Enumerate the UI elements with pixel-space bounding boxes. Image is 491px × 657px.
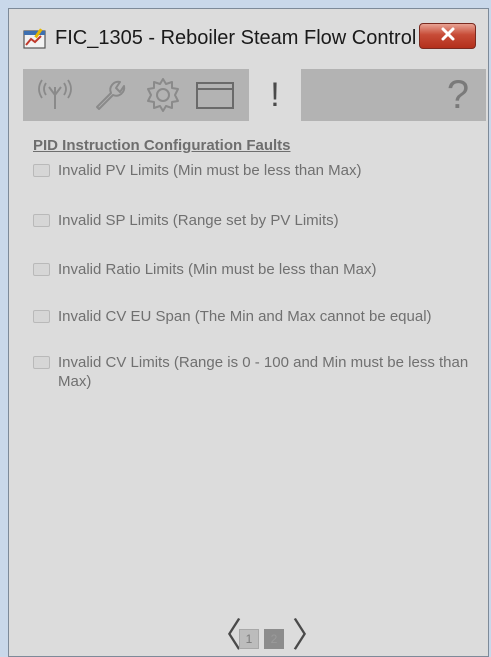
close-icon xyxy=(440,27,456,46)
fault-label: Invalid CV Limits (Range is 0 - 100 and … xyxy=(58,354,469,390)
close-button[interactable] xyxy=(419,23,476,49)
alarm-icon: ! xyxy=(270,75,280,114)
fault-item-cv-eu-span: Invalid CV EU Span (The Min and Max cann… xyxy=(33,307,463,326)
fault-indicator xyxy=(33,310,50,323)
tab-strip: ! ? xyxy=(23,69,486,121)
tab-signal[interactable] xyxy=(29,69,81,121)
wrench-icon xyxy=(89,75,129,115)
fault-label: Invalid Ratio Limits (Min must be less t… xyxy=(58,261,377,278)
fault-label: Invalid CV EU Span (The Min and Max cann… xyxy=(58,308,432,325)
page-1-button[interactable]: 1 xyxy=(239,629,259,649)
title-bar[interactable]: FIC_1305 - Reboiler Steam Flow Control xyxy=(9,9,488,57)
fault-item-ratio-limits: Invalid Ratio Limits (Min must be less t… xyxy=(33,260,483,279)
gear-icon xyxy=(143,75,183,115)
next-page-button[interactable]: 〉 xyxy=(292,619,326,653)
previous-page-button[interactable]: 〈 xyxy=(208,619,242,653)
tab-help[interactable]: ? xyxy=(432,69,484,121)
faceplate-window: FIC_1305 - Reboiler Steam Flow Control !… xyxy=(8,8,489,657)
page-2-button[interactable]: 2 xyxy=(264,629,284,649)
faults-panel: PID Instruction Configuration Faults Inv… xyxy=(23,121,486,653)
fault-indicator xyxy=(33,214,50,227)
fault-indicator xyxy=(33,356,50,369)
fault-item-sp-limits: Invalid SP Limits (Range set by PV Limit… xyxy=(33,211,483,230)
tab-maintenance[interactable] xyxy=(83,69,135,121)
help-icon: ? xyxy=(446,72,470,117)
fault-indicator xyxy=(33,164,50,177)
fault-indicator xyxy=(33,263,50,276)
fault-label: Invalid SP Limits (Range set by PV Limit… xyxy=(58,212,339,229)
section-title: PID Instruction Configuration Faults xyxy=(33,137,291,154)
tab-display[interactable] xyxy=(189,69,241,121)
signal-icon xyxy=(35,75,75,115)
app-icon xyxy=(23,28,47,50)
pager: 〈 1 2 〉 xyxy=(208,619,348,653)
fault-item-pv-limits: Invalid PV Limits (Min must be less than… xyxy=(33,161,483,180)
window-icon xyxy=(193,75,237,115)
tab-configuration[interactable] xyxy=(137,69,189,121)
fault-item-cv-limits: Invalid CV Limits (Range is 0 - 100 and … xyxy=(33,353,483,391)
window-title: FIC_1305 - Reboiler Steam Flow Control xyxy=(55,27,417,49)
fault-label: Invalid PV Limits (Min must be less than… xyxy=(58,162,362,179)
tab-faults[interactable]: ! xyxy=(249,69,301,121)
